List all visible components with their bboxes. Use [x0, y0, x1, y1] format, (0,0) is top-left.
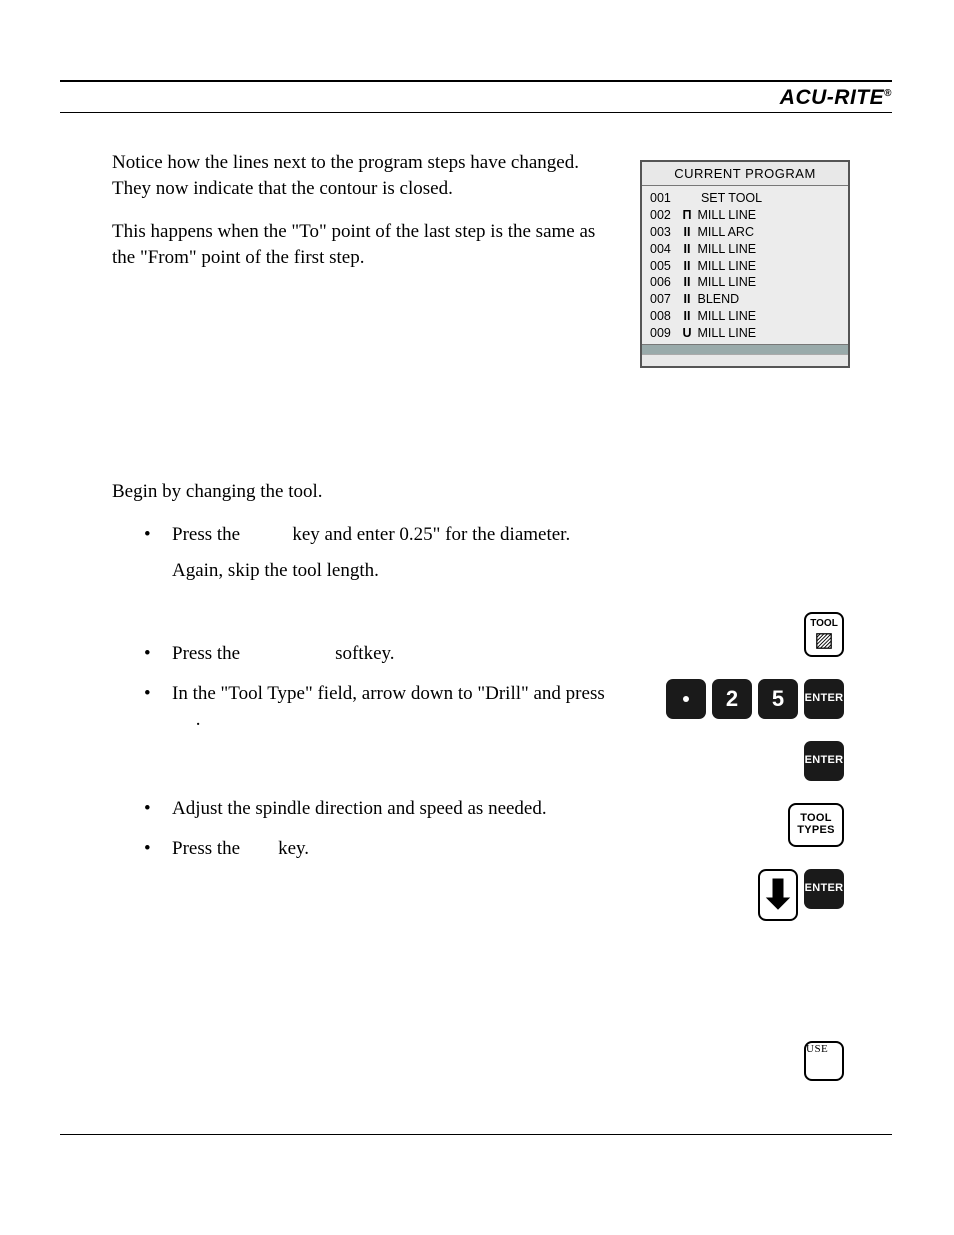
- tool-types-key[interactable]: TOOL TYPES: [788, 803, 844, 847]
- panel-footer: [642, 354, 848, 366]
- keys-column: TOOL 2 5 ENTER ENTER: [634, 612, 844, 1103]
- panel-row: 007II BLEND: [650, 291, 842, 308]
- rule-top: [60, 80, 892, 82]
- dot-glyph: [683, 696, 689, 702]
- tool-key-label: TOOL: [810, 619, 838, 630]
- enter-key[interactable]: ENTER: [804, 869, 844, 909]
- step-5: Press the key.: [172, 836, 612, 862]
- tool-types-label-2: TYPES: [797, 825, 835, 837]
- page: ACU-RITE® Notice how the lines next to t…: [0, 0, 954, 1235]
- arrow-down-icon: [765, 877, 791, 913]
- use-key-group: USE: [634, 1041, 844, 1081]
- arrow-down-key[interactable]: [758, 869, 798, 921]
- steps-lead: Begin by changing the tool.: [112, 479, 612, 505]
- enter-key[interactable]: ENTER: [804, 741, 844, 781]
- brand-logo: ACU-RITE®: [780, 86, 892, 110]
- panel-row: 002Π MILL LINE: [650, 207, 842, 224]
- use-key[interactable]: USE: [804, 1041, 844, 1081]
- panel-row: 009U MILL LINE: [650, 325, 842, 342]
- steps-list-3: Adjust the spindle direction and speed a…: [112, 796, 612, 861]
- enter-group-2: ENTER: [634, 741, 844, 781]
- tool-key[interactable]: TOOL: [804, 612, 844, 657]
- rule-thin: [60, 112, 892, 113]
- tool-key-group: TOOL: [634, 612, 844, 657]
- use-key-label: USE: [806, 1043, 828, 1055]
- decimal-key[interactable]: [666, 679, 706, 719]
- step-1: Press the key and enter 0.25" for the di…: [172, 522, 612, 548]
- body-text: Notice how the lines next to the program…: [112, 150, 612, 876]
- intro-paragraph-1: Notice how the lines next to the program…: [112, 150, 612, 201]
- arrow-enter-group: ENTER: [634, 869, 844, 921]
- panel-body: 001 SET TOOL 002Π MILL LINE 003II MILL A…: [642, 186, 848, 344]
- brand-name: ACU-RITE: [780, 86, 884, 109]
- step-1-sub: Again, skip the tool length.: [172, 558, 612, 584]
- panel-title: CURRENT PROGRAM: [642, 162, 848, 186]
- panel-highlight-bar: [642, 344, 848, 354]
- steps-list-2: Press the softkey. In the "Tool Type" fi…: [112, 641, 612, 732]
- panel-row: 008II MILL LINE: [650, 308, 842, 325]
- panel-row: 004II MILL LINE: [650, 241, 842, 258]
- step-2: Press the softkey.: [172, 641, 612, 667]
- tool-types-group: TOOL TYPES: [634, 803, 844, 847]
- step-4: Adjust the spindle direction and speed a…: [172, 796, 612, 822]
- intro-paragraph-2: This happens when the "To" point of the …: [112, 219, 612, 270]
- two-key[interactable]: 2: [712, 679, 752, 719]
- brand-mark: ®: [884, 88, 892, 99]
- enter-key[interactable]: ENTER: [804, 679, 844, 719]
- rule-bottom: [60, 1134, 892, 1135]
- panel-row: 003II MILL ARC: [650, 224, 842, 241]
- five-key[interactable]: 5: [758, 679, 798, 719]
- numeric-entry-group: 2 5 ENTER: [634, 679, 844, 719]
- panel-row: 001 SET TOOL: [650, 190, 842, 207]
- steps-list: Press the key and enter 0.25" for the di…: [112, 522, 612, 583]
- step-3: In the "Tool Type" field, arrow down to …: [172, 681, 612, 732]
- end-mill-icon: [815, 632, 833, 650]
- panel-row: 006II MILL LINE: [650, 274, 842, 291]
- current-program-panel: CURRENT PROGRAM 001 SET TOOL 002Π MILL L…: [640, 160, 850, 368]
- panel-row: 005II MILL LINE: [650, 258, 842, 275]
